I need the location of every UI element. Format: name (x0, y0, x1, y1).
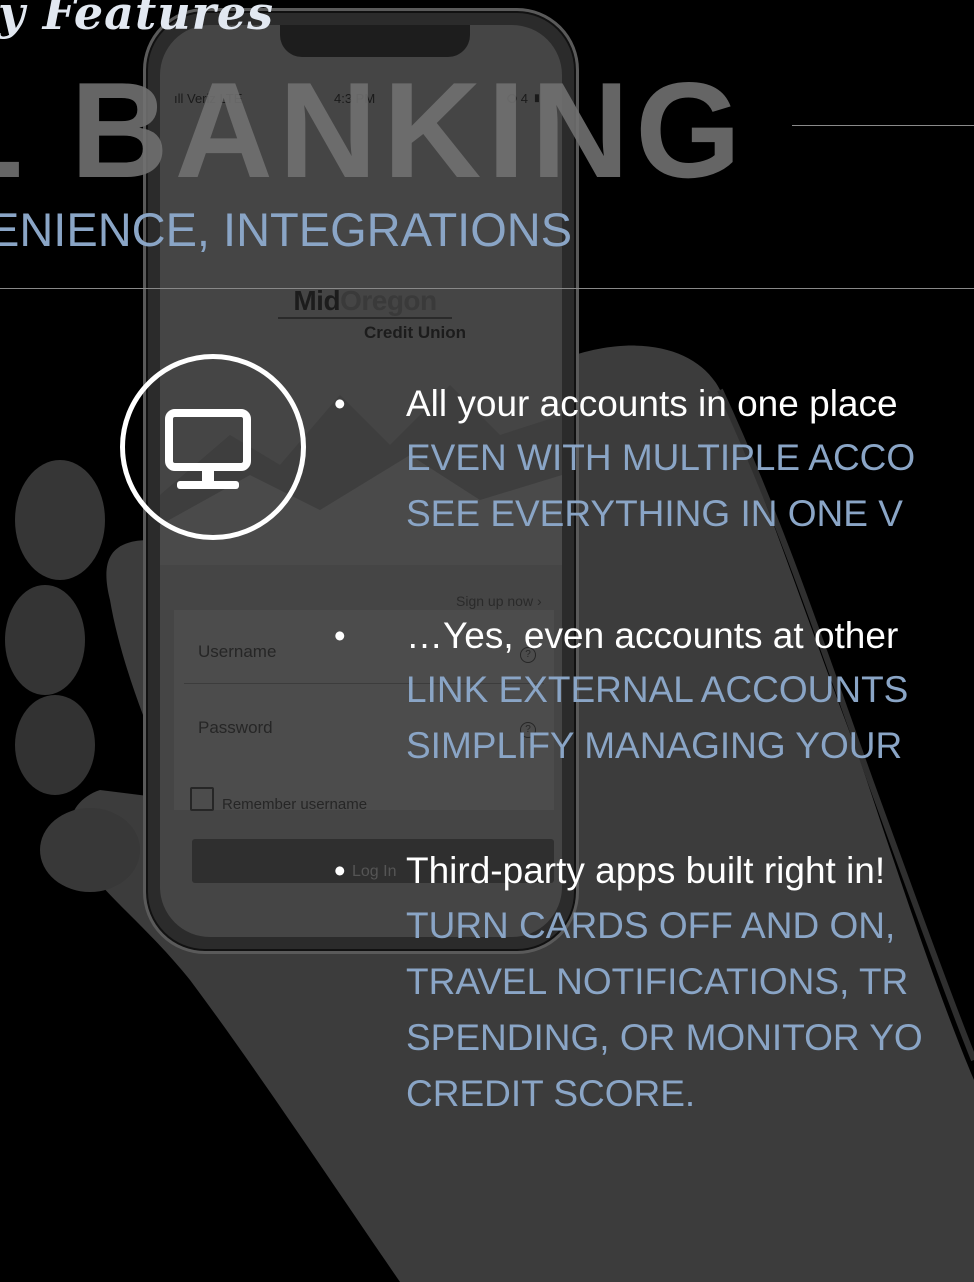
slide-heading: L BANKING (0, 54, 748, 206)
slide-tagline: ENIENCE, INTEGRATIONS (0, 203, 573, 256)
header-divider (0, 288, 974, 289)
username-input[interactable]: Username (198, 642, 276, 662)
logo-oregon: Oregon (340, 285, 437, 316)
bullet-3-detail-1: TURN CARDS OFF AND ON, (406, 905, 896, 946)
bullet-marker: • (334, 852, 346, 889)
logo-subtitle: Credit Union (364, 323, 466, 342)
bullet-1-detail-2: SEE EVERYTHING IN ONE V (406, 493, 903, 534)
signup-link[interactable]: Sign up now › (456, 593, 542, 609)
login-button-label: Log In (352, 863, 397, 880)
slide: ıll Veriz LTE 4:3 PM ⭘ 4 ▮ MidOregon Cre… (0, 0, 974, 1282)
credit-union-logo: MidOregon Credit Union (260, 287, 470, 343)
password-input[interactable]: Password (198, 718, 273, 738)
monitor-icon (165, 409, 251, 489)
bullet-2-title: …Yes, even accounts at other (406, 615, 899, 656)
bullet-3-detail-3: SPENDING, OR MONITOR YO (406, 1017, 923, 1058)
phone-notch (280, 25, 470, 57)
bullet-3-title: Third-party apps built right in! (406, 850, 886, 891)
bullet-1-title: All your accounts in one place (406, 383, 898, 424)
bullet-marker: • (334, 385, 346, 422)
feature-icon-circle (120, 354, 306, 540)
bullet-marker: • (334, 617, 346, 654)
bullet-3-detail-2: TRAVEL NOTIFICATIONS, TR (406, 961, 909, 1002)
logo-mid: Mid (293, 285, 341, 316)
remember-checkbox[interactable] (190, 787, 214, 811)
bullet-1-detail-1: EVEN WITH MULTIPLE ACCO (406, 437, 916, 478)
slide-subtitle: y Features (0, 0, 275, 40)
bullet-3-detail-4: CREDIT SCORE. (406, 1073, 696, 1114)
bullet-2-detail-2: SIMPLIFY MANAGING YOUR (406, 725, 903, 766)
heading-rule (792, 125, 974, 126)
bullet-2-detail-1: LINK EXTERNAL ACCOUNTS (406, 669, 909, 710)
remember-label: Remember username (222, 796, 368, 813)
